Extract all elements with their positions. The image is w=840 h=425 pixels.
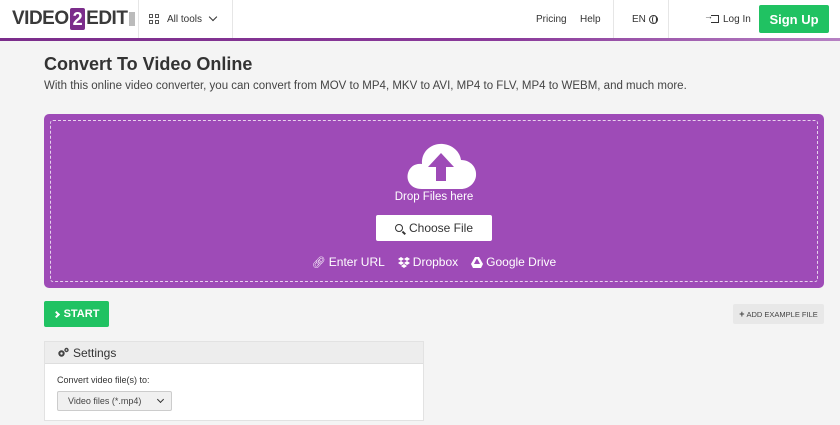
dropbox-label: Dropbox	[412, 255, 459, 269]
page-subtitle: With this online video converter, you ca…	[44, 80, 687, 92]
start-label: START	[63, 308, 100, 320]
choose-file-label: Choose File	[408, 221, 474, 235]
logo-text-two: 2	[69, 8, 86, 30]
header-divider	[232, 0, 233, 38]
dropzone-dashed-border: Drop Files here Choose File 🔗︎ Enter URL…	[50, 120, 818, 282]
signup-button[interactable]: Sign Up	[759, 5, 829, 33]
logo-text-video: VIDEO	[12, 8, 69, 29]
choose-file-button[interactable]: Choose File	[376, 215, 492, 241]
gears-icon	[58, 347, 69, 357]
page-title: Convert To Video Online	[44, 54, 253, 74]
file-dropzone[interactable]: Drop Files here Choose File 🔗︎ Enter URL…	[44, 114, 824, 288]
google-drive-icon	[471, 256, 484, 268]
convert-to-label: Convert video file(s) to:	[57, 375, 150, 385]
google-drive-link[interactable]: Google Drive	[471, 255, 556, 269]
settings-panel: Settings Convert video file(s) to: Video…	[44, 341, 424, 421]
drop-files-text: Drop Files here	[394, 191, 474, 203]
link-icon: 🔗︎	[311, 256, 326, 269]
header-divider	[613, 0, 614, 38]
add-example-label: ADD EXAMPLE FILE	[746, 309, 818, 319]
logo-text-edit: EDIT	[86, 8, 128, 29]
language-label: EN	[632, 13, 646, 25]
top-navbar: VIDEO 2 EDIT All tools Pricing Help EN L…	[0, 0, 840, 38]
chevron-right-icon	[52, 310, 60, 318]
globe-icon	[648, 14, 658, 24]
dropbox-icon	[397, 256, 410, 268]
add-example-file-button[interactable]: + ADD EXAMPLE FILE	[733, 304, 824, 324]
login-icon	[704, 11, 719, 23]
language-selector[interactable]: EN	[632, 0, 658, 38]
output-format-select[interactable]: Video files (*.mp4)	[57, 391, 172, 411]
start-button[interactable]: START	[44, 301, 109, 327]
logo-com-mark	[129, 12, 136, 26]
search-icon	[394, 224, 403, 232]
cloud-upload-icon	[407, 143, 477, 189]
login-label: Log In	[723, 13, 751, 25]
dropbox-link[interactable]: Dropbox	[397, 255, 459, 269]
enter-url-link[interactable]: 🔗︎ Enter URL	[312, 255, 385, 269]
grid-icon	[149, 14, 159, 24]
nav-help[interactable]: Help	[580, 0, 601, 38]
header-accent-bar	[0, 38, 840, 41]
google-drive-label: Google Drive	[486, 255, 557, 269]
enter-url-label: Enter URL	[328, 255, 385, 269]
nav-pricing[interactable]: Pricing	[536, 0, 567, 38]
output-format-value: Video files (*.mp4)	[68, 396, 142, 406]
header-divider	[668, 0, 669, 38]
chevron-down-icon	[208, 12, 218, 22]
chevron-down-icon	[156, 395, 165, 404]
site-logo[interactable]: VIDEO 2 EDIT	[12, 6, 136, 32]
all-tools-dropdown[interactable]: All tools	[140, 0, 232, 38]
plus-icon: +	[739, 309, 745, 319]
login-link[interactable]: Log In	[704, 0, 751, 38]
header-divider	[138, 0, 139, 38]
upload-sources: 🔗︎ Enter URL Dropbox Google Drive	[51, 255, 817, 269]
all-tools-label: All tools	[167, 13, 203, 25]
settings-title: Settings	[73, 345, 117, 360]
settings-header: Settings	[45, 342, 423, 364]
